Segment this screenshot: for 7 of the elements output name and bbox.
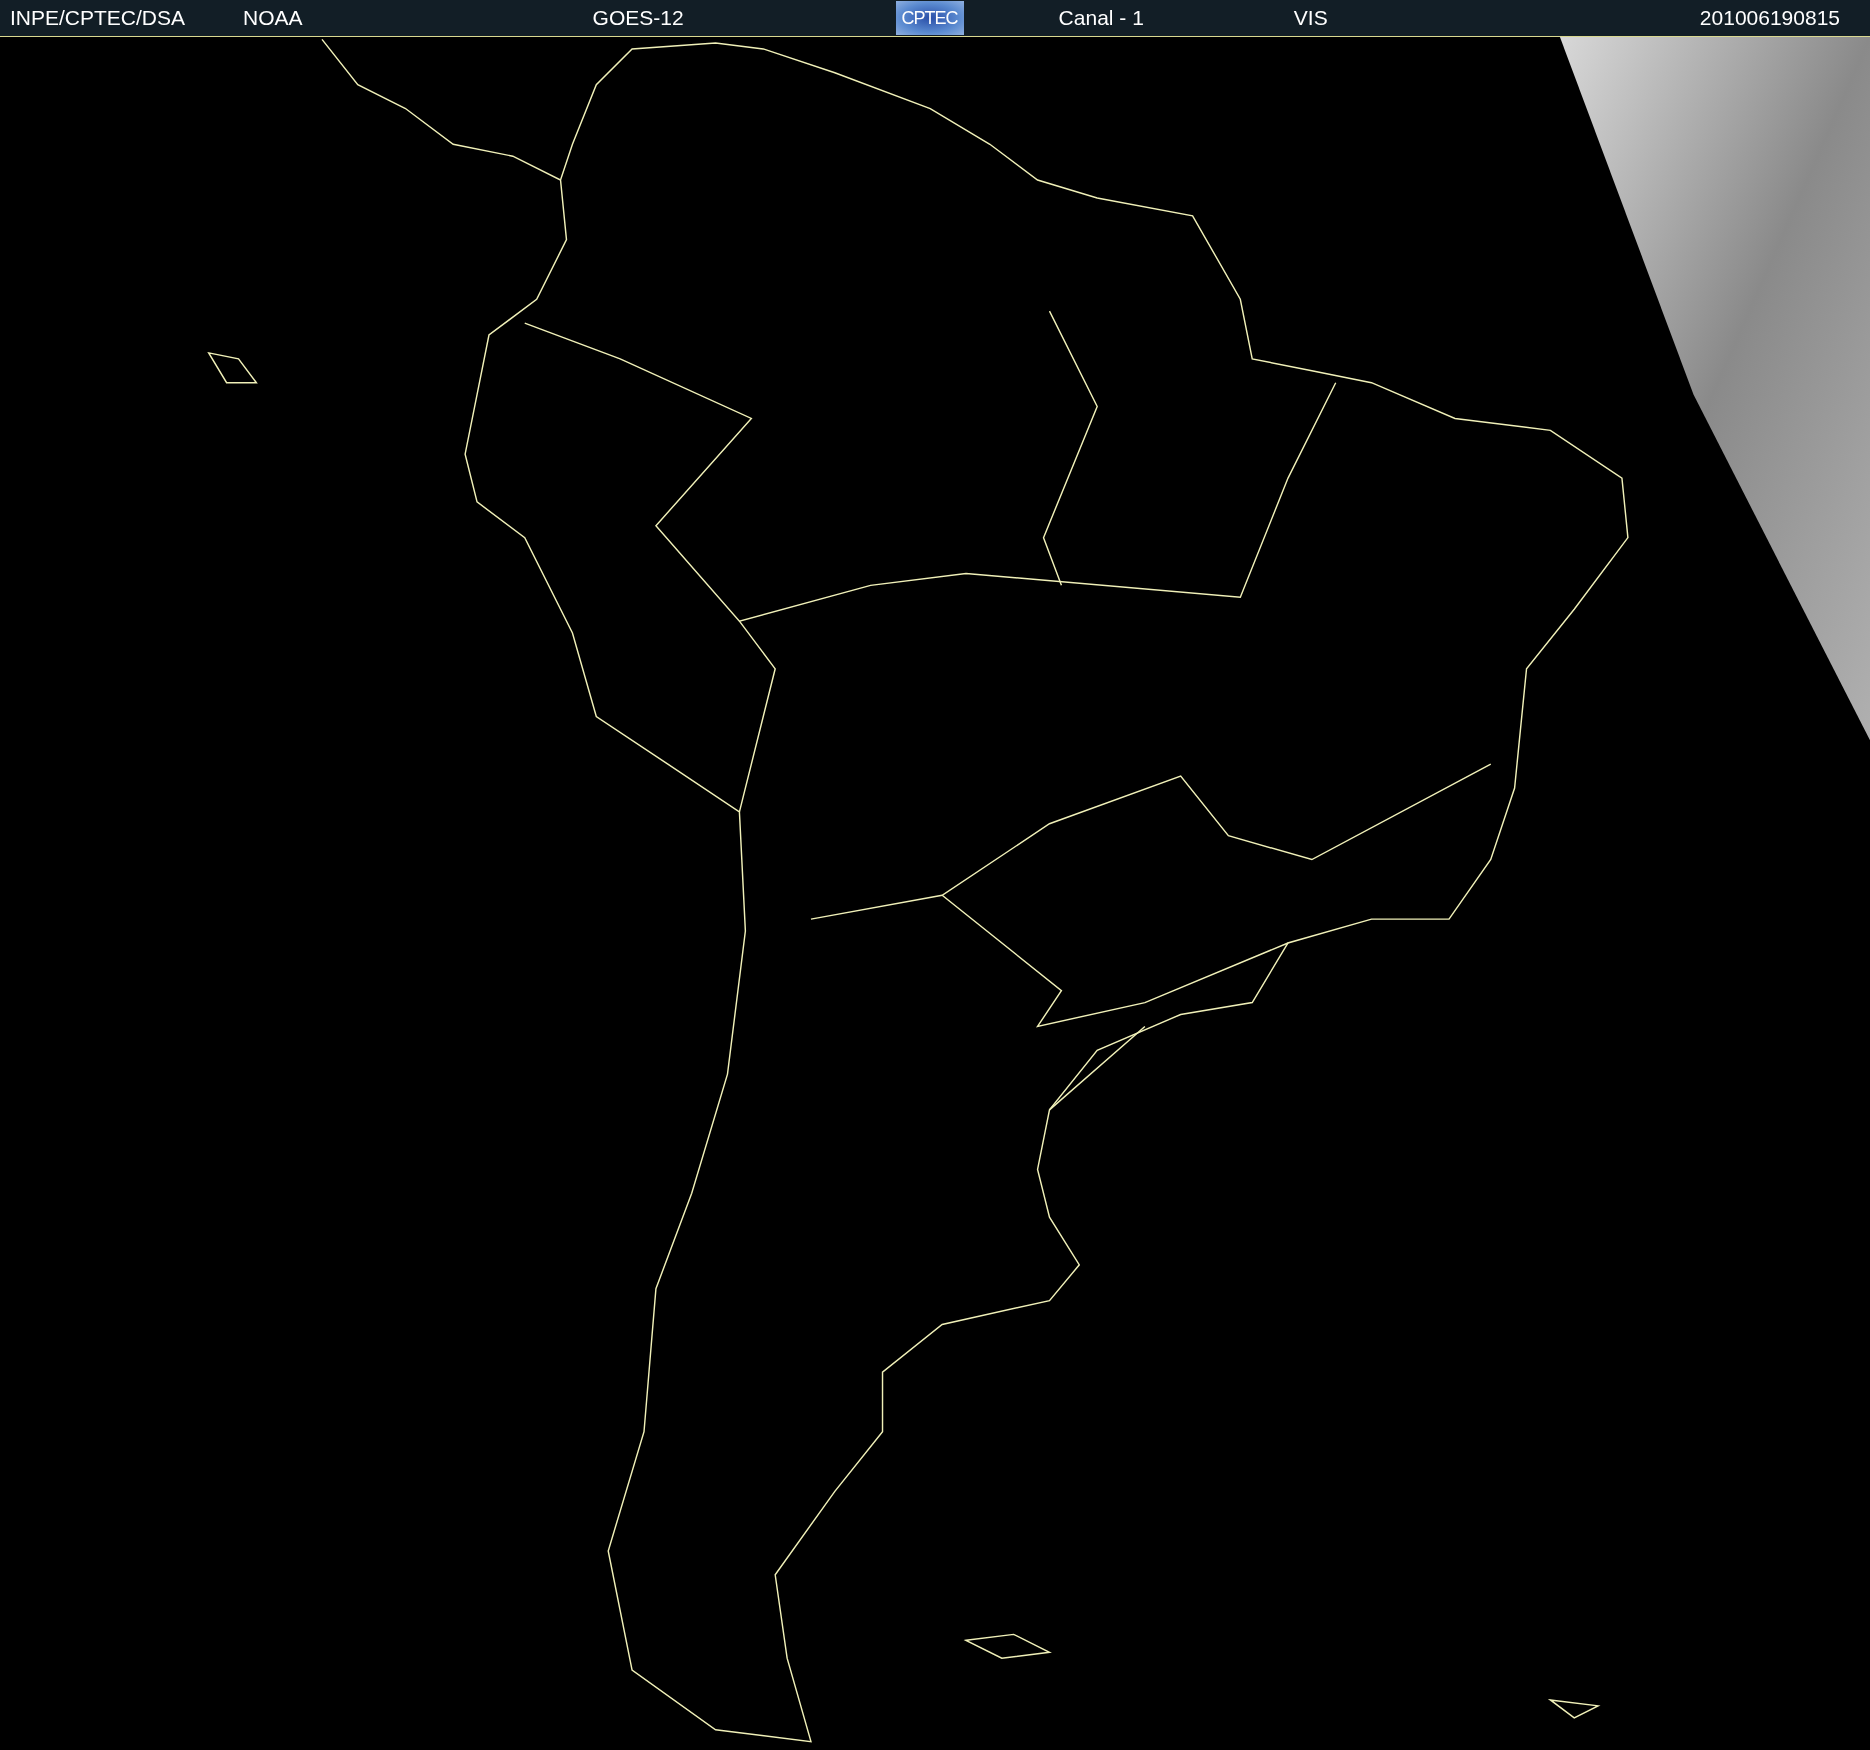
channel-label: Canal - 1: [1058, 6, 1144, 30]
timestamp-label: 201006190815: [1699, 6, 1840, 30]
band-label: VIS: [1293, 6, 1328, 30]
source-label: INPE/CPTEC/DSA: [10, 6, 186, 30]
satellite-label: GOES-12: [592, 6, 684, 30]
logo-badge: CPTEC: [895, 1, 964, 35]
agency-label: NOAA: [243, 6, 303, 30]
